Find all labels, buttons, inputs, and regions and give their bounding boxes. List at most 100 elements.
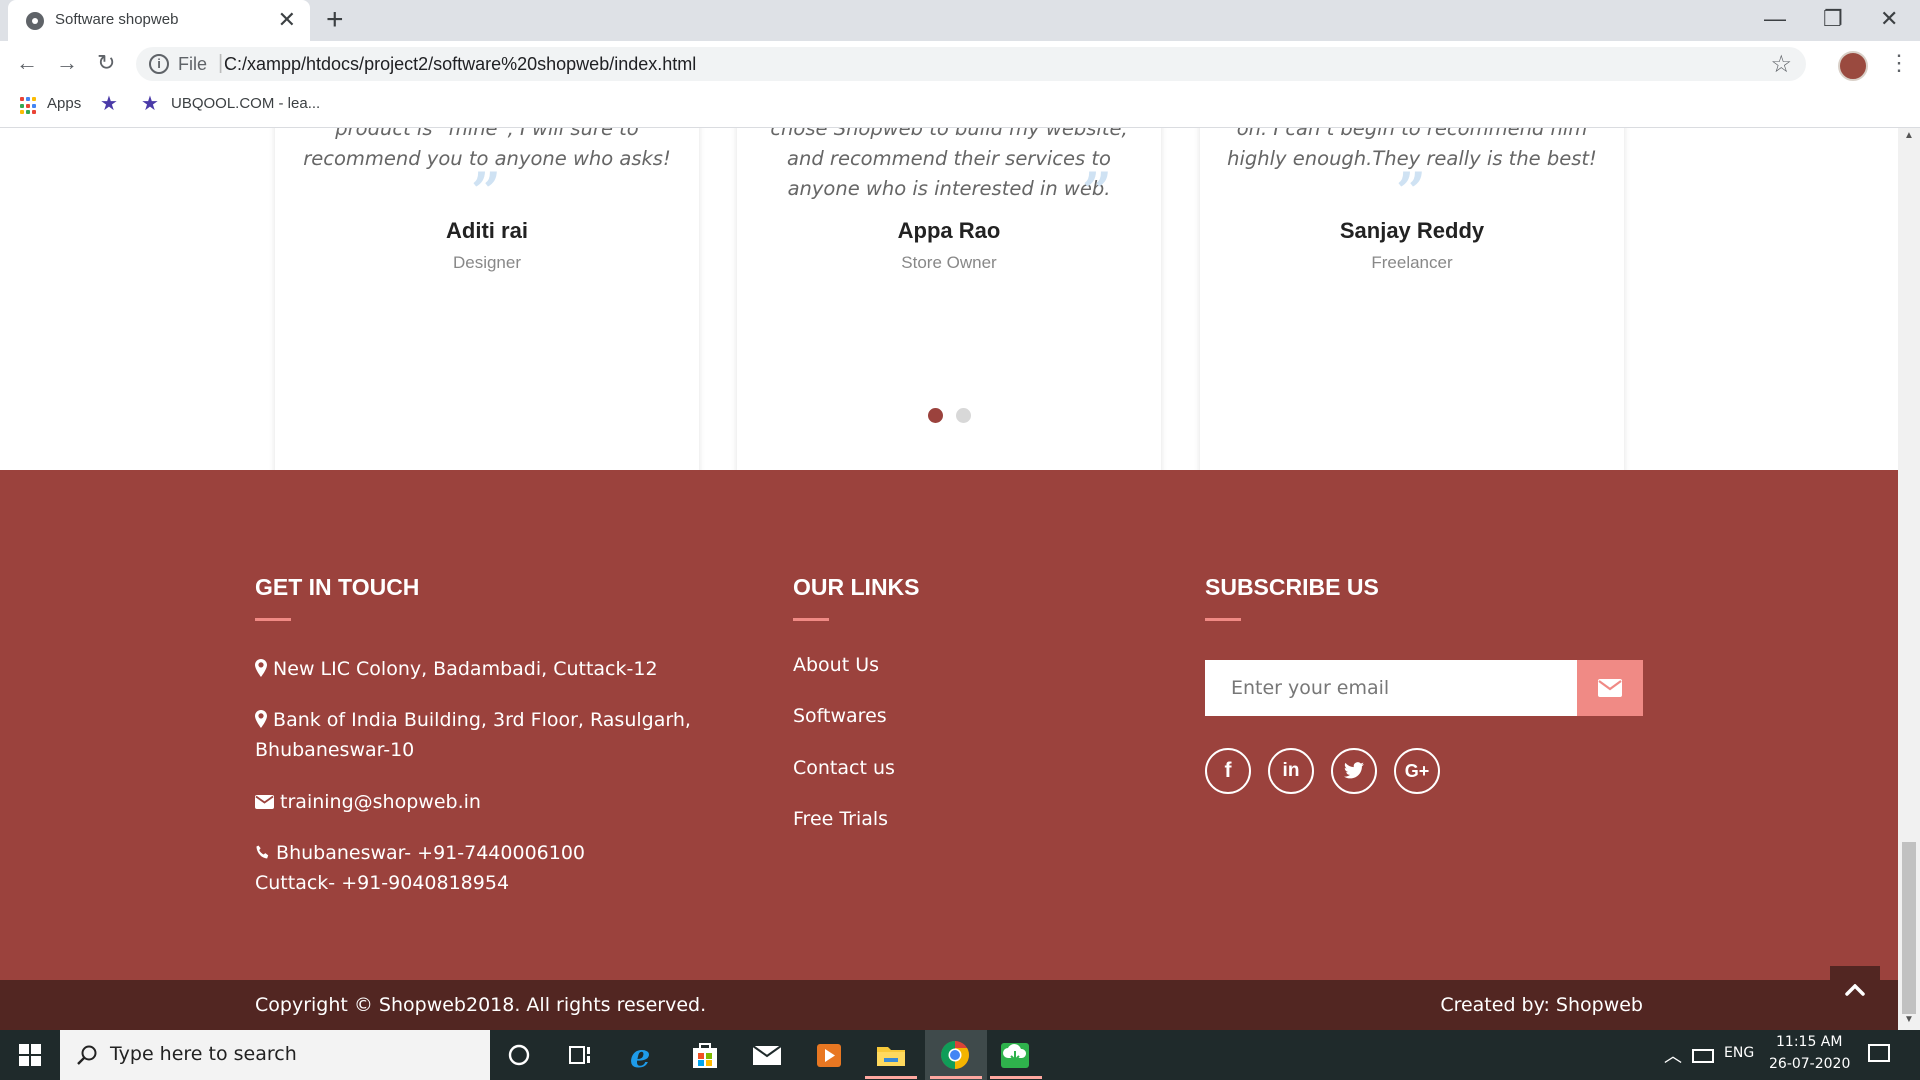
subscribe-heading: SUBSCRIBE US [1205,574,1379,600]
forward-arrow-icon[interactable]: → [56,50,78,76]
windows-logo-icon [19,1044,41,1066]
scrollbar-thumb[interactable] [1902,842,1916,1014]
google-plus-icon[interactable]: G+ [1394,748,1440,794]
address-separator: | [218,52,224,74]
close-icon[interactable]: ✕ [278,7,296,33]
linkedin-icon[interactable]: in [1268,748,1314,794]
facebook-icon[interactable]: f [1205,748,1251,794]
scroll-to-top-button[interactable] [1830,966,1880,1016]
heading-underline [1205,618,1241,621]
back-arrow-icon[interactable]: ← [16,50,38,76]
phone-icon [256,845,269,859]
download-active-indicator [990,1076,1042,1079]
battery-icon[interactable] [1692,1049,1714,1063]
heading-underline [255,618,291,621]
testimonial-card: chose Shopweb to build my website, and r… [737,128,1161,486]
language-indicator[interactable]: ENG [1724,1045,1754,1061]
edge-icon[interactable]: e [626,1037,660,1075]
kebab-menu-icon[interactable]: ⋮ [1888,50,1910,76]
twitter-icon[interactable] [1331,748,1377,794]
quote-mark-icon: ” [1396,162,1426,223]
created-by-text[interactable]: Created by: Shopweb [1440,994,1643,1016]
windows-start-icon[interactable] [0,1030,60,1080]
file-explorer-icon[interactable] [874,1038,908,1072]
browser-tab[interactable]: Software shopweb ✕ [8,0,310,41]
phone-2: Cuttack- +91-9040818954 [255,872,510,894]
carousel-dot-active[interactable] [928,408,943,423]
envelope-icon [1598,679,1622,697]
testimonial-name: Appa Rao [897,218,1001,243]
subscribe-button[interactable] [1577,660,1643,716]
address-1: New LIC Colony, Badambadi, Cuttack-12 [255,654,658,684]
tray-chevron-up-icon[interactable]: ︿ [1664,1042,1682,1068]
clock-date[interactable]: 26-07-2020 [1769,1056,1850,1072]
map-marker-icon [255,710,267,728]
search-icon [77,1045,97,1065]
window-close-icon[interactable]: ✕ [1880,6,1898,32]
address-1-text: New LIC Colony, Badambadi, Cuttack-12 [273,658,658,680]
task-view-icon[interactable] [563,1038,597,1072]
mail-icon[interactable] [750,1038,784,1072]
footer-link-about[interactable]: About Us [793,654,879,676]
map-marker-icon [255,659,267,677]
carousel-dot[interactable] [956,408,971,423]
address-2-line-2: Bhubaneswar-10 [255,739,415,761]
ubqool-bookmark[interactable]: UBQOOL.COM - lea... [171,95,320,112]
links-heading: OUR LINKS [793,574,920,600]
phone-1: Bhubaneswar- +91-7440006100 [276,842,586,864]
search-placeholder: Type here to search [110,1043,297,1065]
testimonial-role: Store Owner [901,253,997,272]
testimonial-card: product is “mine”, I will sure to recomm… [275,128,699,486]
bookmark-star-icon[interactable]: ☆ [1770,50,1792,79]
site-footer: GET IN TOUCH New LIC Colony, Badambadi, … [0,470,1898,980]
quote-line: chose Shopweb to build my website, [770,128,1128,140]
contact-phones: Bhubaneswar- +91-7440006100 Cuttack- +91… [255,838,585,898]
twitter-bird-icon [1344,762,1364,779]
testimonial-name: Sanjay Reddy [1339,218,1485,243]
media-player-icon[interactable] [812,1038,846,1072]
restore-icon[interactable]: ❐ [1823,6,1843,32]
heading-underline [793,618,829,621]
page-scrollbar[interactable]: ▲ ▼ [1898,128,1920,1030]
download-icon[interactable] [998,1038,1032,1072]
plus-icon[interactable]: + [326,3,344,37]
web-page: product is “mine”, I will sure to recomm… [0,128,1898,1030]
taskbar-search-box[interactable]: Type here to search [60,1030,490,1080]
store-icon[interactable] [688,1038,722,1072]
reload-icon[interactable]: ↻ [97,50,115,76]
cortana-icon[interactable] [502,1038,536,1072]
testimonial-role: Freelancer [1371,253,1453,272]
subscribe-email-input[interactable] [1205,660,1577,716]
info-icon[interactable]: i [149,54,169,74]
tab-title: Software shopweb [55,11,179,28]
profile-avatar[interactable] [1838,51,1868,81]
footer-link-softwares[interactable]: Softwares [793,705,887,727]
chrome-active-indicator [930,1076,982,1079]
address-bar[interactable]: i File | C:/xampp/htdocs/project2/softwa… [136,47,1806,81]
contact-email-text[interactable]: training@shopweb.in [280,791,481,813]
chrome-icon[interactable] [938,1038,972,1072]
quote-line: product is “mine”, I will sure to [335,128,639,140]
scheme-label: File [178,54,208,74]
notification-icon[interactable] [1868,1044,1890,1062]
envelope-icon [255,795,274,809]
copyright-text: Copyright © Shopweb2018. All rights rese… [255,994,707,1016]
quote-mark-icon: ” [1082,162,1112,223]
testimonial-role: Designer [452,253,522,272]
bookmark-star-icon[interactable]: ★ [100,91,118,116]
apps-bookmark[interactable]: Apps [47,95,81,112]
apps-grid-icon[interactable] [20,97,38,115]
scroll-up-arrow-icon[interactable]: ▲ [1904,130,1914,141]
globe-icon [26,12,44,30]
testimonial-name: Aditi rai [446,218,528,243]
footer-link-contact[interactable]: Contact us [793,757,895,779]
scroll-down-arrow-icon[interactable]: ▼ [1904,1014,1914,1025]
quote-mark-icon: ” [471,162,501,223]
copyright-bar: Copyright © Shopweb2018. All rights rese… [0,980,1898,1030]
footer-link-free-trials[interactable]: Free Trials [793,808,888,830]
address-2-line-1: Bank of India Building, 3rd Floor, Rasul… [273,709,691,731]
contact-heading: GET IN TOUCH [255,574,420,600]
minimize-icon[interactable]: — [1764,6,1786,32]
clock-time[interactable]: 11:15 AM [1776,1034,1842,1050]
url-text[interactable]: C:/xampp/htdocs/project2/software%20shop… [224,54,696,75]
